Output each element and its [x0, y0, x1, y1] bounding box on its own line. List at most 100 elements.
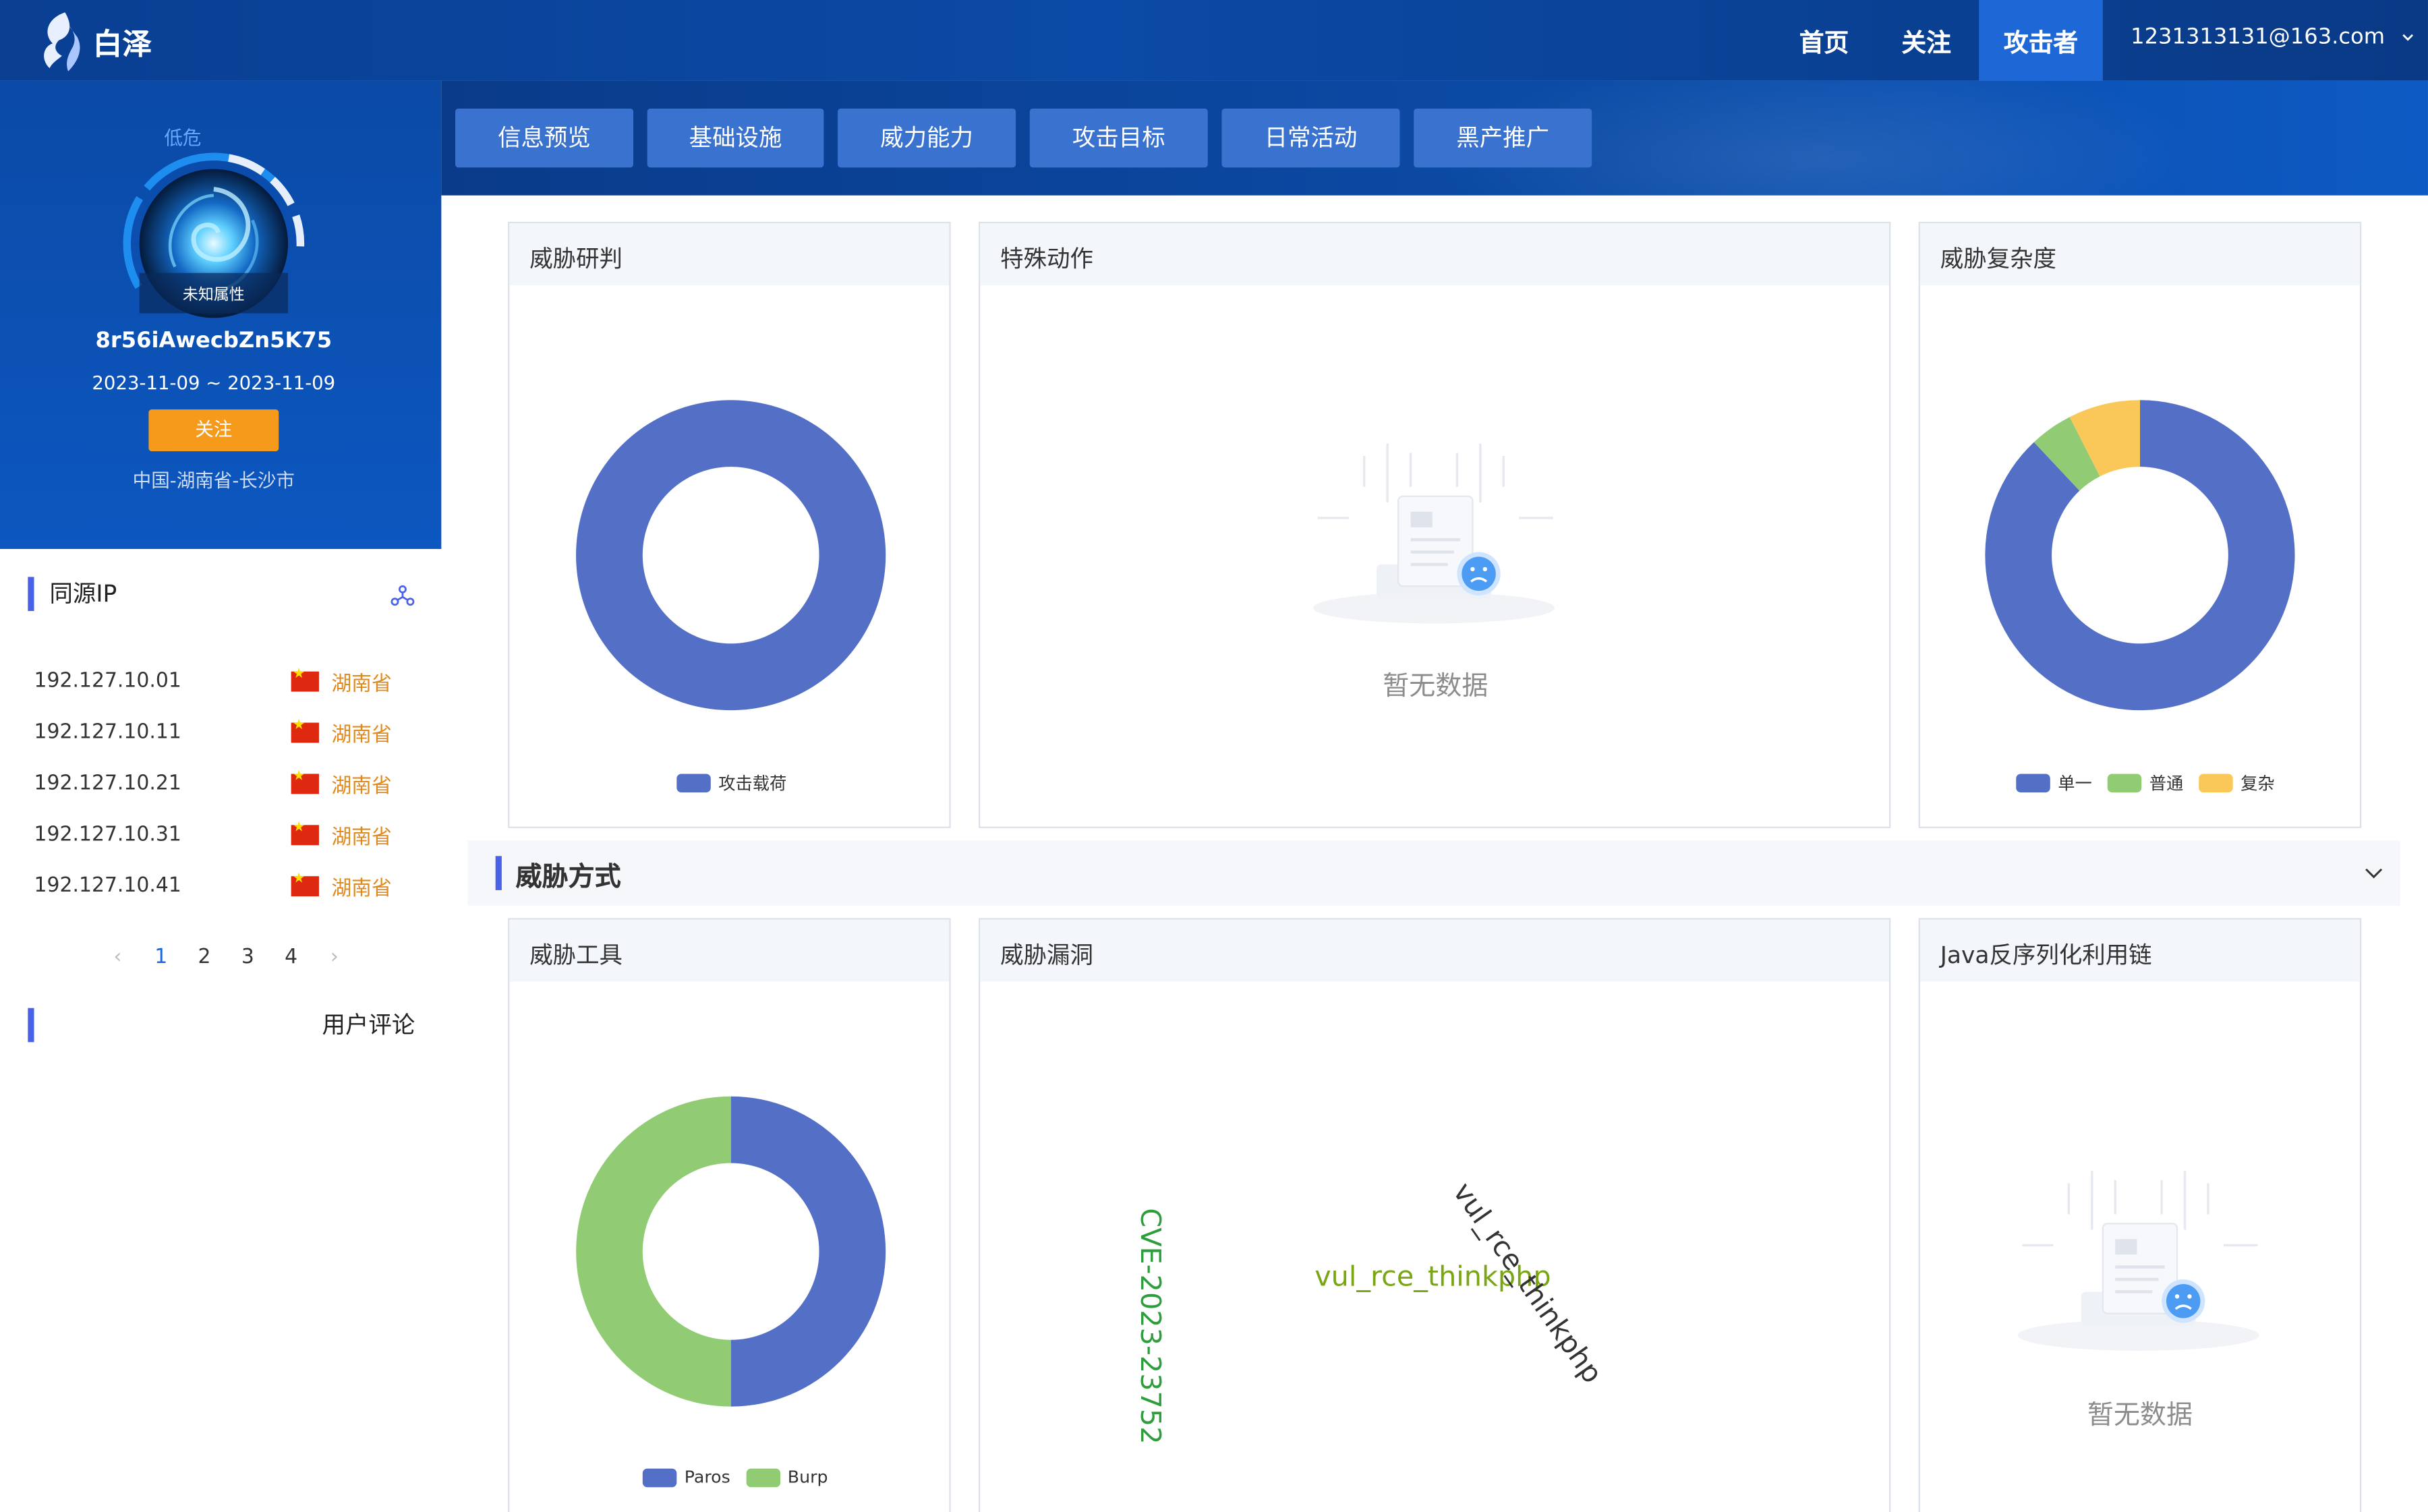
chart-legend: 攻击载荷 [676, 771, 802, 796]
province: 湖南省 [331, 825, 392, 849]
ip-address[interactable]: 192.127.10.21 [34, 772, 291, 794]
threat-methods-section[interactable]: 威胁方式 [467, 840, 2400, 906]
legend-label: 单一 [2058, 774, 2092, 794]
card-java-deserialization: Java反序列化利用链 暂无数据 [1918, 918, 2362, 1512]
card-threat-complexity: 威胁复杂度 单一 普通 复杂 [1918, 221, 2362, 828]
follow-button[interactable]: 关注 [148, 409, 279, 452]
ip-address[interactable]: 192.127.10.01 [34, 669, 291, 692]
legend-swatch [2016, 774, 2050, 793]
tab-daily-activity[interactable]: 日常活动 [1221, 108, 1400, 168]
next-page-icon[interactable]: › [313, 946, 356, 969]
prev-page-icon[interactable]: ‹ [96, 946, 139, 969]
list-item: 192.127.10.11 湖南省 [34, 716, 406, 747]
legend-item[interactable]: 攻击载荷 [676, 771, 786, 796]
legend-label: 普通 [2149, 774, 2184, 794]
pie-slice-Burp[interactable] [576, 1096, 731, 1407]
attribute-label: 未知属性 [182, 287, 245, 304]
card-special-actions: 特殊动作 暂无数据 [979, 221, 1891, 828]
active-dates: 2023-11-09 ~ 2023-11-09 [92, 372, 336, 395]
section-title: 威胁方式 [515, 862, 621, 894]
nav-follow[interactable]: 关注 [1880, 0, 1973, 81]
chart-legend: Paros Burp [642, 1467, 844, 1488]
pie-slice-单一[interactable] [1985, 400, 2295, 711]
page-4[interactable]: 4 [269, 946, 312, 969]
page-1[interactable]: 1 [140, 946, 183, 969]
avatar-risk-ring [123, 152, 305, 335]
card-threat-tools: 威胁工具 Paros Burp [508, 918, 951, 1512]
list-item: 192.127.10.21 湖南省 [34, 767, 406, 798]
location: 中国-湖南省-长沙市 [132, 469, 295, 492]
ip-address[interactable]: 192.127.10.11 [34, 720, 291, 743]
section-accent [495, 856, 502, 890]
legend-label: 复杂 [2241, 774, 2275, 794]
graph-icon[interactable] [391, 583, 415, 608]
province: 湖南省 [331, 877, 392, 900]
chart-legend: 单一 普通 复杂 [2016, 771, 2290, 796]
tab-infrastructure[interactable]: 基础设施 [647, 108, 824, 168]
nav-attacker[interactable]: 攻击者 [1979, 0, 2103, 81]
pie-slice-攻击载荷[interactable] [576, 400, 886, 711]
card-title: 威胁研判 [509, 223, 950, 286]
list-item: 192.127.10.31 湖南省 [34, 819, 406, 850]
pie-slice-Paros[interactable] [730, 1096, 886, 1407]
chevron-down-icon[interactable] [2363, 863, 2385, 884]
complexity-donut-chart [1985, 400, 2295, 711]
page-3[interactable]: 3 [226, 946, 269, 969]
tab-info-preview[interactable]: 信息预览 [455, 108, 634, 168]
legend-swatch [2199, 774, 2233, 793]
research-donut-chart [576, 400, 886, 711]
list-item: 192.127.10.01 湖南省 [34, 665, 406, 696]
province: 湖南省 [331, 723, 392, 747]
nav-home[interactable]: 首页 [1778, 0, 1871, 81]
china-flag-icon [291, 819, 319, 845]
tab-attack-target[interactable]: 攻击目标 [1029, 108, 1208, 168]
legend-swatch [642, 1467, 677, 1487]
china-flag-icon [291, 768, 319, 794]
china-flag-icon [291, 666, 319, 691]
logo-icon [44, 12, 80, 71]
profile-panel: 低危 未知属性 8r56iAwecbZn5K75 2023-11-09 ~ 20… [0, 80, 442, 550]
top-bar: 白泽 首页 关注 攻击者 1231313131@163.com [0, 0, 2428, 81]
legend-swatch [2107, 774, 2142, 793]
legend-label: Paros [684, 1467, 730, 1488]
page-2[interactable]: 2 [183, 946, 226, 969]
legend-item[interactable]: Burp [745, 1467, 828, 1488]
legend-item[interactable]: Paros [642, 1467, 730, 1488]
legend-swatch [745, 1467, 780, 1487]
empty-text: 暂无数据 [1383, 671, 1488, 703]
logo-text: 白泽 [92, 27, 152, 61]
user-comments-title: 用户评论 [28, 1008, 415, 1043]
legend-label: Burp [787, 1467, 828, 1488]
card-title: Java反序列化利用链 [1919, 919, 2360, 982]
empty-text: 暂无数据 [2087, 1400, 2193, 1432]
empty-data-icon [2017, 1171, 2259, 1351]
legend-item[interactable]: 普通 [2107, 771, 2184, 796]
tools-donut-chart [576, 1096, 886, 1407]
tab-black-market[interactable]: 黑产推广 [1414, 108, 1592, 168]
card-threat-research: 威胁研判 攻击载荷 [508, 221, 951, 828]
card-title: 威胁复杂度 [1919, 223, 2360, 286]
china-flag-icon [291, 871, 319, 896]
ip-address[interactable]: 192.127.10.31 [34, 823, 291, 846]
word-cloud-term[interactable]: CVE-2023-23752 [1134, 1208, 1166, 1444]
empty-data-icon [1312, 443, 1555, 624]
same-source-ip-title: 同源IP [28, 577, 117, 612]
card-title: 威胁工具 [509, 919, 950, 982]
user-email: 1231313131@163.com [2131, 24, 2386, 50]
user-menu[interactable]: 1231313131@163.com [2131, 25, 2416, 50]
card-title: 威胁漏洞 [980, 919, 1889, 982]
app-root: 白泽 首页 关注 攻击者 1231313131@163.com 信息预览 基础设… [0, 0, 2428, 1512]
province: 湖南省 [331, 774, 392, 798]
pagination: ‹ 1 2 3 4 › [96, 946, 356, 969]
legend-swatch [676, 774, 711, 793]
legend-item[interactable]: 单一 [2016, 771, 2092, 796]
card-title: 特殊动作 [980, 223, 1889, 286]
tab-capability[interactable]: 威力能力 [838, 108, 1016, 168]
legend-item[interactable]: 复杂 [2199, 771, 2275, 796]
attacker-id: 8r56iAwecbZn5K75 [95, 328, 333, 354]
logo[interactable]: 白泽 [34, 9, 174, 75]
ip-address[interactable]: 192.127.10.41 [34, 874, 291, 897]
province: 湖南省 [331, 672, 392, 696]
china-flag-icon [291, 718, 319, 743]
chevron-down-icon [2402, 34, 2414, 41]
